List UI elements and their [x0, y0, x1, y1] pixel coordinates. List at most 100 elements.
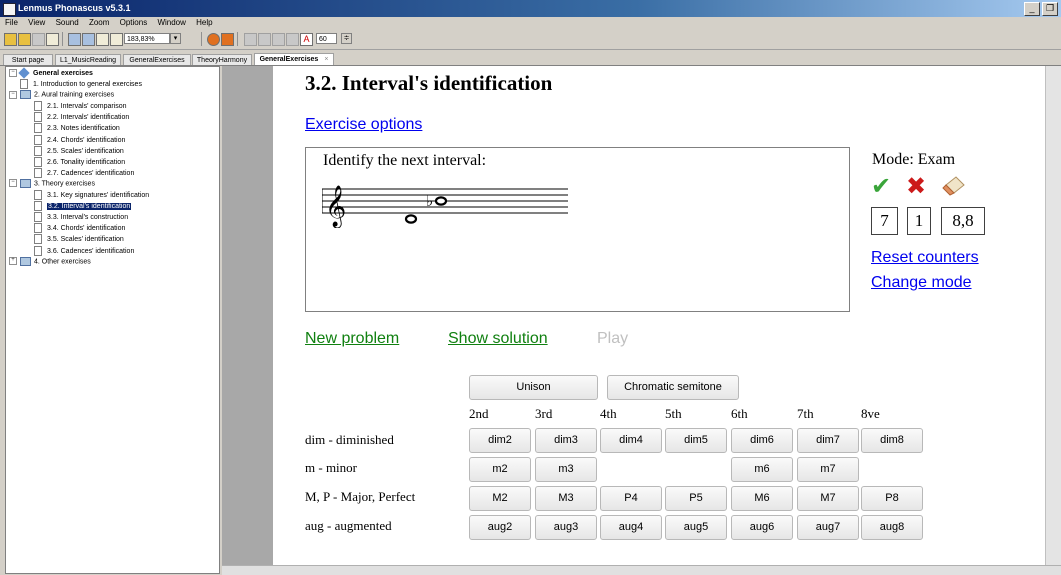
answer-button-m2[interactable]: m2: [469, 457, 531, 482]
answer-button-p5[interactable]: P5: [665, 486, 727, 511]
tempo-icon[interactable]: A: [300, 33, 313, 46]
tree-item[interactable]: 3.2. Interval's identification: [34, 201, 132, 212]
minimize-icon[interactable]: _: [1024, 2, 1040, 16]
answer-button-dim2[interactable]: dim2: [469, 428, 531, 453]
answer-button-aug2[interactable]: aug2: [469, 515, 531, 540]
answer-button-dim8[interactable]: dim8: [861, 428, 923, 453]
answer-button-p8[interactable]: P8: [861, 486, 923, 511]
record-icon[interactable]: [221, 33, 234, 46]
unison-button[interactable]: Unison: [469, 375, 598, 400]
zoom-in-icon[interactable]: [96, 33, 109, 46]
answer-button-m6[interactable]: M6: [731, 486, 793, 511]
tree-item[interactable]: − 2. Aural training exercises: [9, 90, 114, 100]
answer-button-m6[interactable]: m6: [731, 457, 793, 482]
column-header: 7th: [797, 406, 814, 421]
tree-item[interactable]: 3.5. Scales' identification: [34, 234, 124, 245]
play-icon[interactable]: [244, 33, 257, 46]
column-header: 6th: [731, 406, 748, 421]
tab-general-exercises-active[interactable]: GeneralExercises ×: [254, 53, 334, 65]
answer-button-aug5[interactable]: aug5: [665, 515, 727, 540]
answer-button-aug3[interactable]: aug3: [535, 515, 597, 540]
folder-icon[interactable]: [18, 33, 31, 46]
tree-item[interactable]: 1. Introduction to general exercises: [20, 79, 142, 89]
reset-counters-link[interactable]: Reset counters: [871, 249, 979, 267]
tree-item[interactable]: 2.2. Intervals' identification: [34, 112, 130, 123]
menu-help[interactable]: Help: [196, 18, 212, 27]
answer-button-dim5[interactable]: dim5: [665, 428, 727, 453]
tab-start-page[interactable]: Start page: [3, 54, 53, 65]
page-icon[interactable]: [68, 33, 81, 46]
save-icon[interactable]: [32, 33, 45, 46]
tree-item[interactable]: 3.3. Interval's construction: [34, 212, 128, 223]
metronome-input[interactable]: 60: [316, 33, 337, 44]
chromatic-semitone-button[interactable]: Chromatic semitone: [607, 375, 739, 400]
show-solution-link[interactable]: Show solution: [448, 330, 548, 348]
tree-item[interactable]: 3.6. Cadences' identification: [34, 245, 134, 256]
tree-item[interactable]: 2.1. Intervals' comparison: [34, 101, 127, 112]
collapse-icon[interactable]: −: [9, 69, 17, 78]
expand-icon[interactable]: +: [9, 257, 17, 266]
close-tab-icon[interactable]: ×: [324, 56, 328, 63]
tree-item-label: 2.6. Tonality identification: [47, 158, 126, 166]
two-pages-icon[interactable]: [82, 33, 95, 46]
tab-theory-harmony[interactable]: TheoryHarmony: [192, 54, 252, 65]
print-icon[interactable]: [46, 33, 59, 46]
answer-button-aug8[interactable]: aug8: [861, 515, 923, 540]
tree-item[interactable]: 2.5. Scales' identification: [34, 145, 124, 156]
answer-button-m2[interactable]: M2: [469, 486, 531, 511]
exercise-options-link[interactable]: Exercise options: [305, 116, 422, 134]
menu-view[interactable]: View: [28, 18, 45, 27]
answer-button-dim3[interactable]: dim3: [535, 428, 597, 453]
play-cursor-icon[interactable]: [258, 33, 271, 46]
pause-icon[interactable]: [286, 33, 299, 46]
new-problem-link[interactable]: New problem: [305, 330, 399, 348]
answer-button-dim6[interactable]: dim6: [731, 428, 793, 453]
answer-button-aug7[interactable]: aug7: [797, 515, 859, 540]
answer-button-m3[interactable]: m3: [535, 457, 597, 482]
zoom-dropdown-icon[interactable]: ▾: [170, 33, 181, 44]
menu-file[interactable]: File: [5, 18, 18, 27]
menu-options[interactable]: Options: [120, 18, 148, 27]
tree-root[interactable]: − General exercises: [9, 67, 93, 79]
tab-music-reading[interactable]: L1_MusicReading: [55, 54, 121, 65]
answer-button-m7[interactable]: M7: [797, 486, 859, 511]
spin-icon[interactable]: ≑: [341, 33, 352, 44]
answer-button-m3[interactable]: M3: [535, 486, 597, 511]
zoom-input[interactable]: 183,83%: [124, 33, 170, 44]
open-icon[interactable]: [4, 33, 17, 46]
collapse-icon[interactable]: −: [9, 90, 17, 99]
tree-item-label: 3.2. Interval's identification: [47, 202, 132, 210]
page-title: 3.2. Interval's identification: [305, 71, 553, 95]
metronome-icon[interactable]: [207, 33, 220, 46]
tree-item[interactable]: 2.3. Notes identification: [34, 123, 120, 134]
tree-item[interactable]: 2.4. Chords' identification: [34, 134, 125, 145]
tree-item-label: 3.4. Chords' identification: [47, 225, 126, 233]
answer-button-dim7[interactable]: dim7: [797, 428, 859, 453]
tree-item-label: 3. Theory exercises: [34, 180, 95, 188]
answer-button-aug6[interactable]: aug6: [731, 515, 793, 540]
menu-sound[interactable]: Sound: [56, 18, 79, 27]
menu-zoom[interactable]: Zoom: [89, 18, 109, 27]
tree-item[interactable]: 3.4. Chords' identification: [34, 223, 126, 234]
folder-icon: [20, 256, 31, 266]
correct-counter: 7: [871, 207, 898, 235]
tree-item[interactable]: 2.6. Tonality identification: [34, 156, 126, 167]
answer-button-aug4[interactable]: aug4: [600, 515, 662, 540]
menu-window[interactable]: Window: [157, 18, 185, 27]
change-mode-link[interactable]: Change mode: [871, 274, 972, 292]
collapse-icon[interactable]: −: [9, 179, 17, 188]
tab-general-exercises[interactable]: GeneralExercises: [123, 54, 191, 65]
tree-item[interactable]: +4. Other exercises: [9, 256, 91, 267]
restore-icon[interactable]: ❐: [1042, 2, 1058, 16]
play-link[interactable]: Play: [597, 330, 628, 348]
tree-item[interactable]: 2.7. Cadences' identification: [34, 167, 134, 178]
stop-icon[interactable]: [272, 33, 285, 46]
answer-button-p4[interactable]: P4: [600, 486, 662, 511]
zoom-out-icon[interactable]: [110, 33, 123, 46]
answer-button-m7[interactable]: m7: [797, 457, 859, 482]
tree-item-label: 2.2. Intervals' identification: [47, 114, 130, 122]
vertical-scrollbar[interactable]: [1045, 66, 1061, 566]
tree-item[interactable]: − 3. Theory exercises: [9, 178, 95, 189]
tree-item[interactable]: 3.1. Key signatures' identification: [34, 190, 149, 200]
answer-button-dim4[interactable]: dim4: [600, 428, 662, 453]
